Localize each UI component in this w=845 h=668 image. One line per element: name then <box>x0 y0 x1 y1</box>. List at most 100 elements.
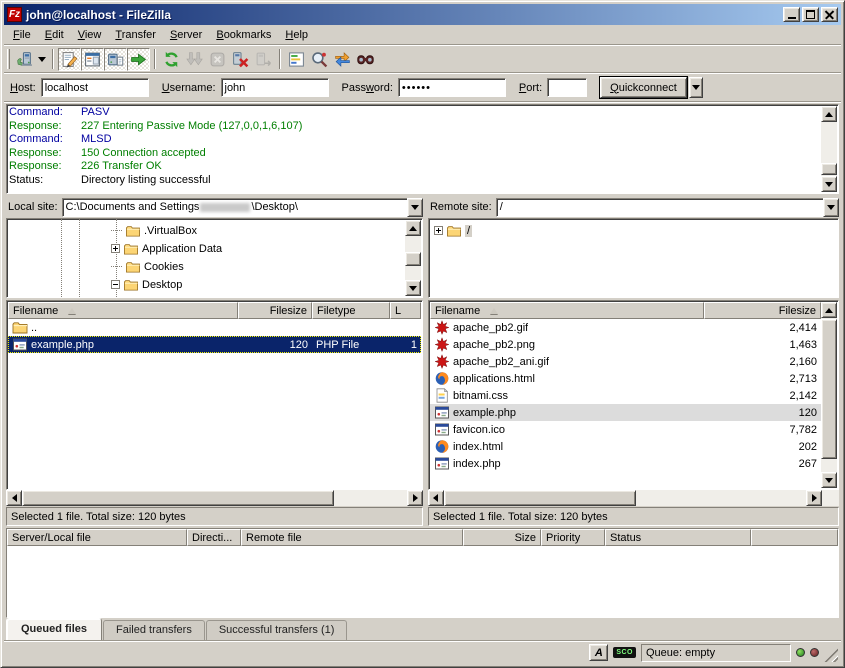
site-manager-button[interactable] <box>13 48 36 71</box>
data-type-indicator-icon[interactable]: A <box>589 644 608 661</box>
site-manager-dropdown[interactable] <box>36 48 48 71</box>
scroll-thumb[interactable] <box>821 163 837 175</box>
scroll-right-button[interactable] <box>806 490 822 506</box>
scroll-right-button[interactable] <box>407 490 423 506</box>
local-site-combo[interactable]: C:\Documents and Settings\Desktop\ <box>62 198 423 217</box>
toggle-local-tree-button[interactable] <box>81 48 104 71</box>
folder-icon <box>125 224 141 238</box>
cell: apache_pb2_ani.gif <box>430 353 704 370</box>
column-header-remote-file[interactable]: Remote file <box>241 529 463 546</box>
tree-item--[interactable]: / <box>434 222 472 239</box>
scroll-up-button[interactable] <box>405 220 421 236</box>
file-row-favicon-ico[interactable]: favicon.ico7,782 <box>430 421 821 438</box>
disconnect-button[interactable] <box>229 48 252 71</box>
titlebar[interactable]: Fz john@localhost - FileZilla <box>4 4 841 25</box>
quickconnect-button[interactable]: Quickconnect <box>600 77 687 98</box>
sync-browsing-button[interactable] <box>331 48 354 71</box>
quickconnect-dropdown[interactable] <box>689 77 703 98</box>
filter-button[interactable] <box>285 48 308 71</box>
column-header-filesize[interactable]: Filesize <box>704 302 821 319</box>
close-button[interactable] <box>821 7 838 22</box>
file-row-example-php[interactable]: example.php120 <box>430 404 821 421</box>
log-line-text: MLSD <box>81 133 112 145</box>
local-tree-scrollbar[interactable] <box>405 220 421 296</box>
local-pane: Local site: C:\Documents and Settings\De… <box>6 197 423 526</box>
expand-icon[interactable] <box>434 226 443 235</box>
scroll-up-button[interactable] <box>821 302 837 318</box>
tree-item-cookies[interactable]: Cookies <box>111 258 184 275</box>
column-header-directi-[interactable]: Directi... <box>187 529 241 546</box>
column-header-priority[interactable]: Priority <box>541 529 605 546</box>
scroll-thumb[interactable] <box>444 490 636 506</box>
column-header-server-local-file[interactable]: Server/Local file <box>7 529 187 546</box>
remote-site-dropdown[interactable] <box>823 198 839 217</box>
compare-button[interactable] <box>308 48 331 71</box>
menu-item-edit[interactable]: Edit <box>38 27 71 43</box>
menu-item-help[interactable]: Help <box>278 27 315 43</box>
column-header-l[interactable]: L <box>390 302 421 319</box>
column-header-filename[interactable]: Filename <box>430 302 704 319</box>
remote-list-scrollbar[interactable] <box>821 302 837 488</box>
file-row--[interactable]: .. <box>8 319 421 336</box>
scroll-down-button[interactable] <box>821 472 837 488</box>
collapse-icon[interactable] <box>111 280 120 289</box>
file-row-bitnami-css[interactable]: bitnami.css2,142 <box>430 387 821 404</box>
local-hscrollbar[interactable] <box>6 490 423 506</box>
tree-item-desktop[interactable]: Desktop <box>111 276 182 293</box>
menu-item-file[interactable]: File <box>6 27 38 43</box>
file-row-apache-pb2-png[interactable]: apache_pb2.png1,463 <box>430 336 821 353</box>
file-row-index-html[interactable]: index.html202 <box>430 438 821 455</box>
file-row-index-php[interactable]: index.php267 <box>430 455 821 472</box>
toggle-log-button[interactable] <box>58 48 81 71</box>
column-header-spacer[interactable] <box>751 529 838 546</box>
menu-item-transfer[interactable]: Transfer <box>108 27 163 43</box>
file-row-apache-pb2-gif[interactable]: apache_pb2.gif2,414 <box>430 319 821 336</box>
local-site-dropdown[interactable] <box>407 198 423 217</box>
maximize-button[interactable] <box>802 7 819 22</box>
scroll-left-button[interactable] <box>6 490 22 506</box>
column-header-filename[interactable]: Filename <box>8 302 238 319</box>
tab-queued-files[interactable]: Queued files <box>6 618 102 640</box>
cell-text: 7,782 <box>789 424 817 436</box>
menu-item-server[interactable]: Server <box>163 27 209 43</box>
file-row-applications-html[interactable]: applications.html2,713 <box>430 370 821 387</box>
column-header-filetype[interactable]: Filetype <box>312 302 390 319</box>
process-queue-button <box>183 48 206 71</box>
username-input[interactable]: john <box>221 78 329 97</box>
scroll-up-button[interactable] <box>821 106 837 122</box>
resize-grip[interactable] <box>824 648 838 662</box>
menu-item-view[interactable]: View <box>71 27 109 43</box>
minimize-button[interactable] <box>783 7 800 22</box>
toggle-queue-button[interactable] <box>127 48 150 71</box>
tree-item--virtualbox[interactable]: .VirtualBox <box>111 222 197 239</box>
scroll-down-button[interactable] <box>405 280 421 296</box>
port-input[interactable] <box>547 78 587 97</box>
column-header-size[interactable]: Size <box>463 529 541 546</box>
tab-failed-transfers[interactable]: Failed transfers <box>103 620 205 640</box>
remote-site-combo[interactable]: / <box>496 198 839 217</box>
scroll-thumb[interactable] <box>405 252 421 266</box>
scroll-thumb[interactable] <box>821 319 837 459</box>
file-row-example-php[interactable]: example.php120PHP File1 <box>8 336 421 353</box>
tab-successful-transfers-1-[interactable]: Successful transfers (1) <box>206 620 348 640</box>
expand-icon[interactable] <box>111 244 120 253</box>
scroll-down-button[interactable] <box>821 176 837 192</box>
speed-limit-icon[interactable]: SCO <box>613 647 636 658</box>
column-header-status[interactable]: Status <box>605 529 751 546</box>
refresh-button[interactable] <box>160 48 183 71</box>
log-scrollbar[interactable] <box>821 106 837 192</box>
host-input[interactable]: localhost <box>41 78 149 97</box>
scroll-left-button[interactable] <box>428 490 444 506</box>
local-site-path[interactable]: C:\Documents and Settings\Desktop\ <box>62 198 407 217</box>
tree-item-application-data[interactable]: Application Data <box>111 240 222 257</box>
password-input[interactable]: •••••• <box>398 78 506 97</box>
file-row-apache-pb2-ani-gif[interactable]: apache_pb2_ani.gif2,160 <box>430 353 821 370</box>
remote-hscrollbar[interactable] <box>428 490 839 506</box>
scroll-thumb[interactable] <box>22 490 334 506</box>
remote-file-list: FilenameFilesize apache_pb2.gif2,414apac… <box>428 300 839 490</box>
find-files-button[interactable] <box>354 48 377 71</box>
menu-item-bookmarks[interactable]: Bookmarks <box>209 27 278 43</box>
column-header-filesize[interactable]: Filesize <box>238 302 312 319</box>
remote-site-path[interactable]: / <box>496 198 823 217</box>
toggle-remote-tree-button[interactable] <box>104 48 127 71</box>
